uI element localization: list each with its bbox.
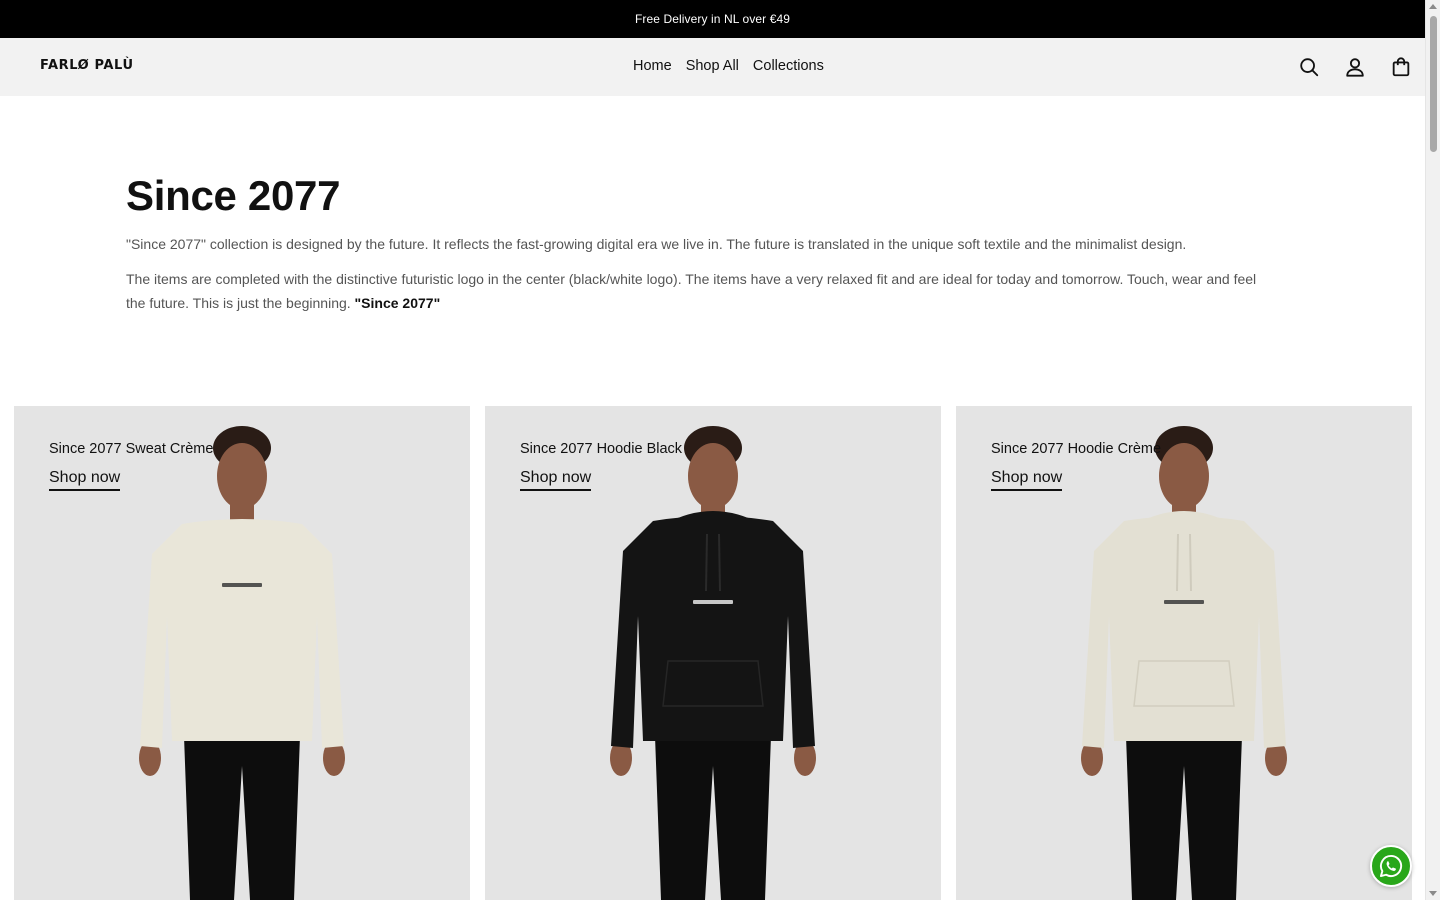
main-nav: Home Shop All Collections: [633, 58, 824, 74]
hoodie-body: [1082, 516, 1286, 748]
site-header: FARLØ PALÙ Home Shop All Collections: [0, 38, 1425, 96]
announcement-text: Free Delivery in NL over €49: [634, 12, 791, 26]
garment-logo-mark: [693, 600, 733, 604]
product-card[interactable]: Since 2077 Hoodie Black Shop now: [485, 406, 941, 900]
hoodie-drawstring: [718, 533, 721, 592]
page-scrollbar[interactable]: [1425, 0, 1440, 900]
collection-intro: Since 2077 "Since 2077" collection is de…: [126, 170, 1276, 315]
model-pants: [655, 736, 771, 900]
product-title: Since 2077 Sweat Crème: [49, 441, 214, 457]
product-card[interactable]: Since 2077 Sweat Crème Shop now: [14, 406, 470, 900]
search-icon[interactable]: [1297, 55, 1321, 79]
model-pants: [184, 736, 300, 900]
garment-logo-mark: [1164, 600, 1204, 604]
garment-logo-mark: [222, 583, 262, 587]
sweatshirt-body: [140, 519, 344, 748]
hoodie-body: [611, 516, 815, 748]
brand-logo[interactable]: FARLØ PALÙ: [40, 58, 134, 73]
shop-now-link[interactable]: Shop now: [49, 469, 121, 491]
model-head: [688, 443, 738, 509]
nav-shop-all[interactable]: Shop All: [686, 58, 739, 74]
model-head: [217, 443, 267, 509]
nav-home[interactable]: Home: [633, 58, 672, 74]
scroll-up-arrow-icon[interactable]: [1429, 4, 1437, 9]
scroll-down-arrow-icon[interactable]: [1429, 891, 1437, 896]
announcement-bar: Free Delivery in NL over €49: [0, 0, 1425, 38]
intro-paragraph-2: The items are completed with the distinc…: [126, 267, 1276, 315]
intro-paragraph-2-text: The items are completed with the distinc…: [126, 271, 1257, 311]
product-card[interactable]: Since 2077 Hoodie Crème Shop now: [956, 406, 1412, 900]
hoodie-drawstring: [705, 533, 708, 592]
product-title: Since 2077 Hoodie Crème: [991, 441, 1162, 457]
shop-now-link[interactable]: Shop now: [991, 469, 1063, 491]
page-title: Since 2077: [126, 172, 341, 219]
shop-now-link[interactable]: Shop now: [520, 469, 592, 491]
product-title: Since 2077 Hoodie Black: [520, 441, 683, 457]
hoodie-drawstring: [1176, 533, 1179, 592]
hoodie-drawstring: [1189, 533, 1192, 592]
account-icon[interactable]: [1343, 55, 1367, 79]
intro-paragraph-1: "Since 2077" collection is designed by t…: [126, 236, 1187, 252]
intro-emphasis: "Since 2077": [354, 295, 441, 311]
model-pants: [1126, 736, 1242, 900]
model-head: [1159, 443, 1209, 509]
whatsapp-icon[interactable]: [1370, 845, 1412, 887]
cart-bag-icon[interactable]: [1389, 55, 1413, 79]
scrollbar-thumb[interactable]: [1430, 16, 1437, 152]
product-grid: Since 2077 Sweat Crème Shop now Since 20…: [14, 406, 1412, 900]
header-actions: [1297, 55, 1413, 79]
nav-collections[interactable]: Collections: [753, 58, 824, 74]
